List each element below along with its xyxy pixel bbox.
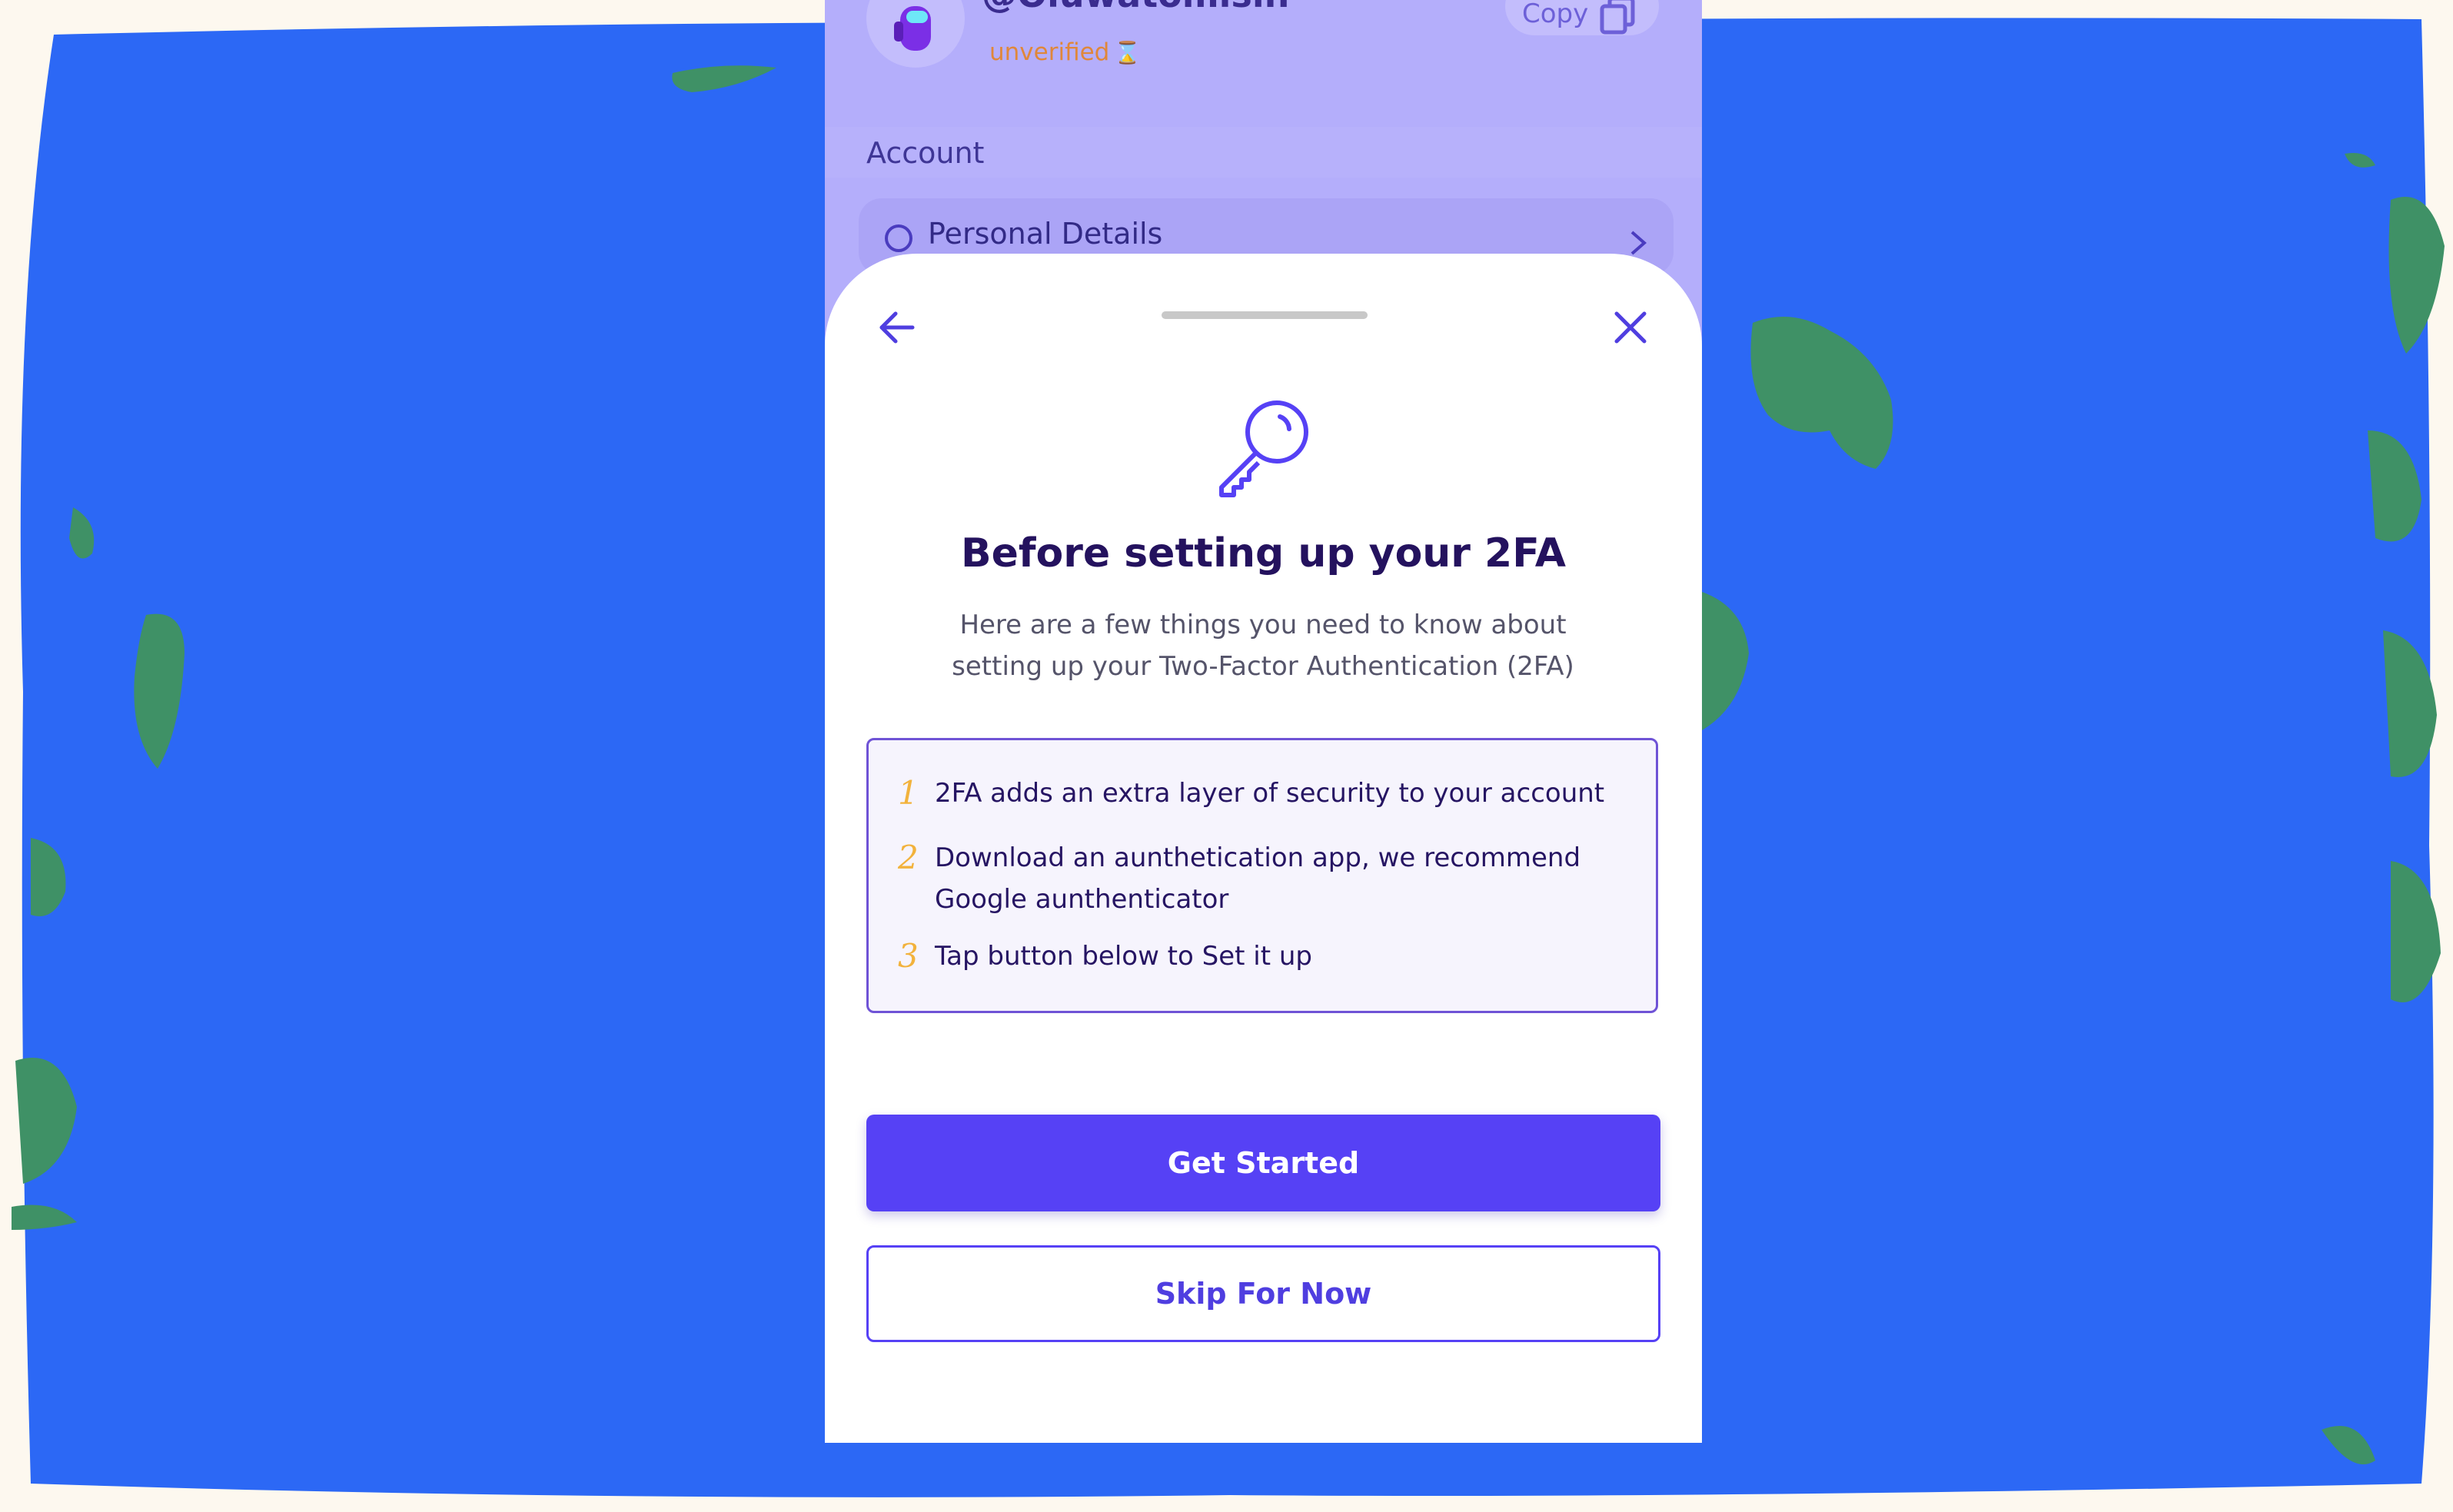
step-line: Download an aunthetication app, we recom… [935,842,1581,873]
step-number: 1 [898,774,919,812]
steps-info-box: 1 2FA adds an extra layer of security to… [866,738,1658,1013]
step-line: Google aunthenticator [935,884,1229,915]
sheet-title: Before setting up your 2FA [960,530,1567,577]
account-section-header: Account [825,127,1702,178]
hourglass-icon: ⌛ [1114,40,1142,65]
chevron-right-icon [1630,231,1647,255]
step-number: 2 [898,839,919,876]
arrow-left-icon[interactable] [874,304,920,351]
copy-button[interactable]: Copy [1505,0,1659,35]
copy-icon [1600,0,1635,35]
get-started-button[interactable]: Get Started [866,1115,1660,1211]
close-icon[interactable] [1607,304,1654,351]
phone-screen: @Oluwatomisin unverified⌛ Copy Account P… [825,0,1702,1443]
drag-handle[interactable] [1162,311,1368,319]
avatar [866,0,965,68]
subtitle-line: setting up your Two-Factor Authenticatio… [952,651,1574,682]
circle-icon [885,224,912,252]
green-blob [2391,861,2441,1002]
verification-status-label: unverified [989,38,1110,66]
subtitle-line: Here are a few things you need to know a… [959,610,1567,640]
step-number: 3 [898,937,919,975]
username: @Oluwatomisin [982,0,1289,15]
step-line: Tap button below to Set it up [935,941,1312,972]
verification-status: unverified ⌛ [989,38,1141,66]
sheet-subtitle: Here are a few things you need to know a… [917,604,1609,687]
step-line: 2FA adds an extra layer of security to y… [935,778,1605,809]
step-text: Download an aunthetication app, we recom… [935,837,1611,920]
step-text: Tap button below to Set it up [935,935,1611,977]
key-icon [1219,400,1308,497]
two-factor-setup-sheet: Before setting up your 2FA Here are a fe… [825,254,1702,1443]
list-item-label: Personal Details [928,217,1163,251]
step-text: 2FA adds an extra layer of security to y… [935,773,1611,814]
skip-for-now-button[interactable]: Skip For Now [866,1245,1660,1342]
crewmate-avatar-icon [894,6,931,51]
profile-header: @Oluwatomisin unverified⌛ Copy [825,0,1702,127]
copy-label: Copy [1522,0,1589,29]
section-title: Account [866,136,985,170]
